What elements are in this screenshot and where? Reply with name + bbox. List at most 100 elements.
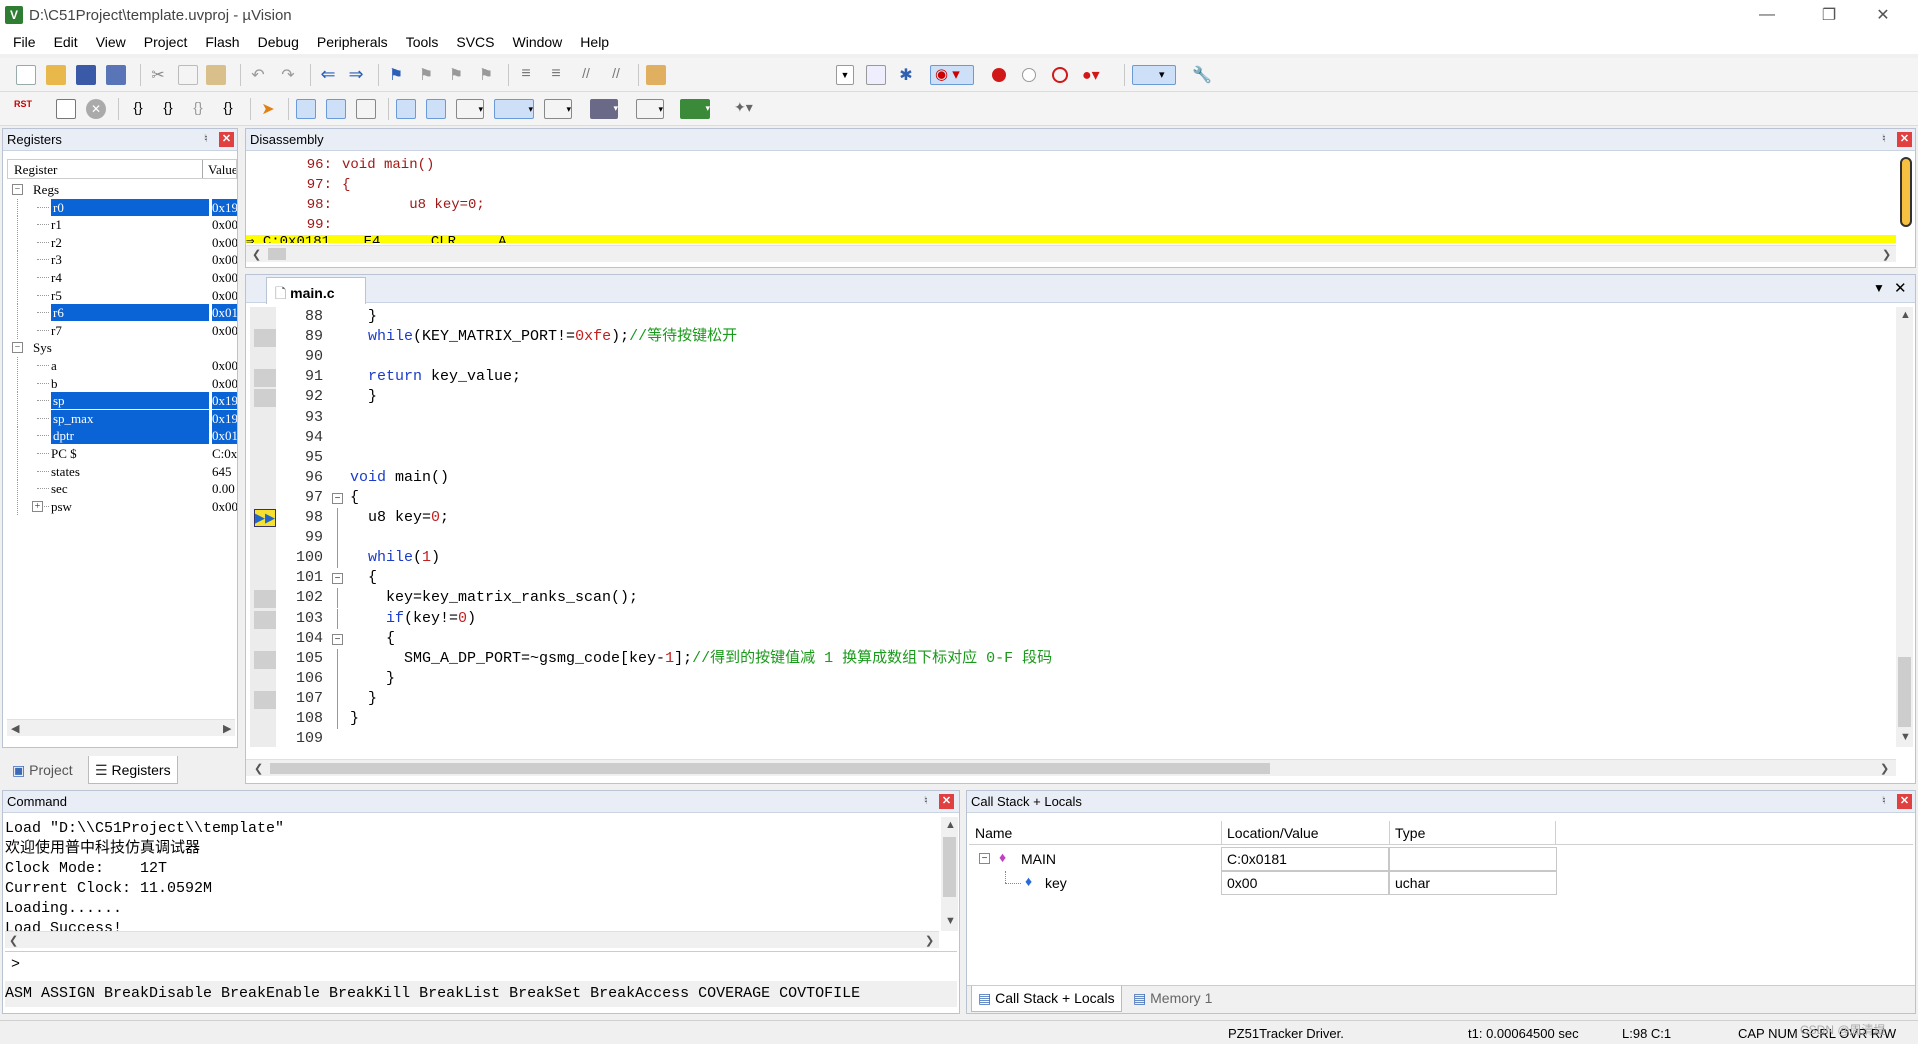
symbols-window-icon[interactable]: [356, 99, 376, 119]
watch-window-icon[interactable]: ▾: [456, 99, 484, 119]
kill-breakpoints-icon[interactable]: ●▾: [1082, 65, 1110, 85]
bookmark-next-icon[interactable]: ⚑: [446, 65, 466, 85]
tab-registers[interactable]: ☰ Registers: [88, 756, 178, 784]
close-icon[interactable]: ✕: [1897, 132, 1912, 147]
pin-icon[interactable]: ♮: [1877, 794, 1891, 808]
register-row[interactable]: + psw 0x00: [7, 497, 237, 515]
find-in-files-icon[interactable]: [646, 65, 666, 85]
menu-view[interactable]: View: [87, 34, 135, 50]
command-hscroll[interactable]: ❮ ❯: [5, 931, 939, 948]
collapse-icon[interactable]: −: [979, 853, 990, 864]
tab-call-stack[interactable]: ▤ Call Stack + Locals: [971, 986, 1122, 1012]
menu-file[interactable]: File: [4, 34, 45, 50]
register-row[interactable]: b 0x00: [7, 374, 237, 392]
new-file-icon[interactable]: [16, 65, 36, 85]
close-icon[interactable]: ✕: [1894, 279, 1907, 297]
register-row[interactable]: sp_max 0x19: [7, 409, 237, 427]
disassembly-vscroll[interactable]: [1900, 157, 1912, 227]
menu-debug[interactable]: Debug: [249, 34, 308, 50]
analysis-window-icon[interactable]: ▾: [590, 99, 618, 119]
bookmark-prev-icon[interactable]: ⚑: [416, 65, 436, 85]
register-row[interactable]: r3 0x00: [7, 251, 237, 269]
tab-memory-1[interactable]: ▤ Memory 1: [1127, 990, 1218, 1007]
col-name[interactable]: Name: [975, 825, 1012, 841]
register-row[interactable]: − Sys: [7, 339, 237, 356]
memory-window-icon[interactable]: ▾: [494, 99, 534, 119]
paste-icon[interactable]: [206, 65, 226, 85]
reset-icon[interactable]: RST: [14, 99, 34, 119]
open-folder-icon[interactable]: [46, 65, 66, 85]
run-icon[interactable]: [56, 99, 76, 119]
cut-icon[interactable]: ✂: [148, 65, 168, 85]
register-row[interactable]: r6 0x01: [7, 304, 237, 322]
bookmark-clear-icon[interactable]: ⚑: [476, 65, 496, 85]
register-row[interactable]: r0 0x19: [7, 198, 237, 216]
bookmark-icon[interactable]: ⚑: [386, 65, 406, 85]
register-row[interactable]: r2 0x00: [7, 233, 237, 251]
register-row[interactable]: dptr 0x01: [7, 427, 237, 445]
registers-window-icon[interactable]: [396, 99, 416, 119]
table-row[interactable]: − ♦ MAIN C:0x0181: [969, 847, 1557, 871]
close-button[interactable]: ✕: [1860, 0, 1906, 30]
redo-icon[interactable]: ↷: [278, 65, 298, 85]
editor-hscroll[interactable]: ❮ ❯: [246, 759, 1896, 776]
collapse-icon[interactable]: −: [12, 184, 23, 195]
window-layout-button[interactable]: ▾: [1132, 65, 1176, 85]
close-icon[interactable]: ✕: [939, 794, 954, 809]
tab-project[interactable]: ▣ Project: [8, 760, 77, 782]
col-location[interactable]: Location/Value: [1227, 825, 1319, 841]
registers-hscroll[interactable]: ◀ ▶: [7, 719, 235, 736]
fold-icon[interactable]: −: [332, 633, 343, 645]
close-icon[interactable]: ✕: [1897, 794, 1912, 809]
fold-icon[interactable]: −: [332, 573, 343, 585]
register-row[interactable]: sp 0x19: [7, 392, 237, 410]
show-next-statement-icon[interactable]: ➤: [258, 99, 278, 119]
pin-icon[interactable]: ♮: [1877, 132, 1891, 146]
register-row[interactable]: r5 0x00: [7, 286, 237, 304]
command-vscroll[interactable]: ▲ ▼: [941, 817, 958, 931]
nav-forward-icon[interactable]: ⇒: [346, 65, 366, 85]
debug-session-button[interactable]: ◉ ▾: [930, 65, 974, 85]
menu-window[interactable]: Window: [504, 34, 572, 50]
save-all-icon[interactable]: [106, 65, 126, 85]
serial-window-icon[interactable]: ▾: [544, 99, 572, 119]
editor-vscroll[interactable]: ▲ ▼: [1896, 307, 1913, 747]
fold-icon[interactable]: −: [332, 492, 343, 504]
menu-edit[interactable]: Edit: [45, 34, 87, 50]
register-row[interactable]: a 0x00: [7, 357, 237, 374]
run-to-cursor-icon[interactable]: {}: [218, 99, 238, 119]
menu-svcs[interactable]: SVCS: [447, 34, 503, 50]
call-stack-window-icon[interactable]: [426, 99, 446, 119]
pin-icon[interactable]: ♮: [919, 794, 933, 808]
menu-project[interactable]: Project: [135, 34, 197, 50]
restore-button[interactable]: ❐: [1806, 0, 1852, 30]
register-row[interactable]: sec 0.00: [7, 480, 237, 498]
col-value[interactable]: Value: [208, 162, 236, 178]
expand-icon[interactable]: +: [32, 500, 43, 512]
step-into-icon[interactable]: {}: [128, 99, 148, 119]
copy-icon[interactable]: [178, 65, 198, 85]
register-row[interactable]: − Regs: [7, 181, 237, 198]
col-register[interactable]: Register: [14, 162, 57, 178]
menu-tools[interactable]: Tools: [397, 34, 448, 50]
undo-icon[interactable]: ↶: [248, 65, 268, 85]
register-row[interactable]: PC $ C:0x: [7, 445, 237, 462]
toolbox-icon[interactable]: ✦▾: [734, 99, 764, 119]
system-viewer-icon[interactable]: ▾: [680, 99, 710, 119]
disassembly-hscroll[interactable]: ❮ ❯: [246, 245, 1896, 262]
command-input-line[interactable]: >: [5, 951, 957, 977]
table-row[interactable]: ♦ key 0x00 uchar: [969, 871, 1557, 895]
col-type[interactable]: Type: [1395, 825, 1425, 841]
step-out-icon[interactable]: {}: [188, 99, 208, 119]
code-area[interactable]: 88 } 89 while(KEY_MATRIX_PORT!=0xfe);//等待…: [246, 307, 1894, 747]
step-over-icon[interactable]: {}: [158, 99, 178, 119]
collapse-icon[interactable]: −: [12, 342, 23, 354]
configure-icon[interactable]: ✱: [896, 65, 916, 85]
close-icon[interactable]: ✕: [219, 132, 234, 147]
nav-back-icon[interactable]: ⇐: [318, 65, 338, 85]
disassembly-window-icon[interactable]: [326, 99, 346, 119]
indent-icon[interactable]: ≡: [516, 65, 536, 85]
menu-flash[interactable]: Flash: [196, 34, 248, 50]
menu-peripherals[interactable]: Peripherals: [308, 34, 397, 50]
save-icon[interactable]: [76, 65, 96, 85]
